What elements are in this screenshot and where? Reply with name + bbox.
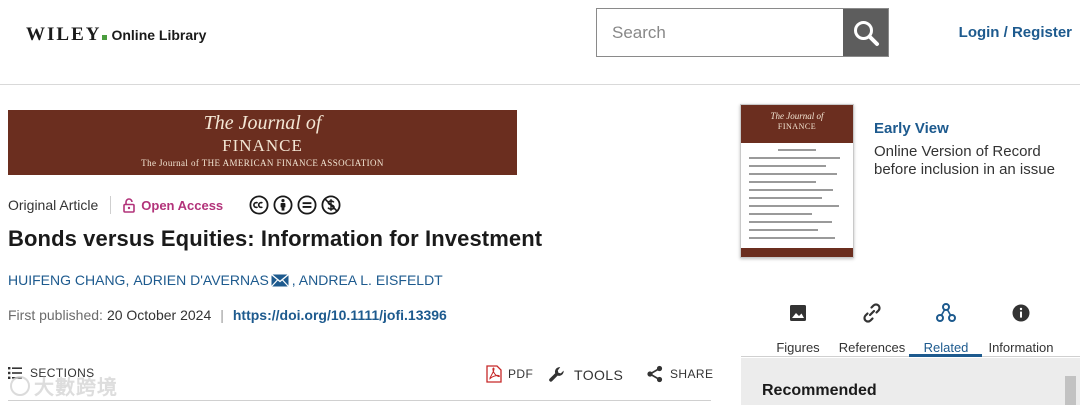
logo-green-square: [102, 35, 108, 40]
tab-related[interactable]: Related: [921, 298, 971, 356]
pdf-icon: [486, 365, 502, 383]
email-icon[interactable]: [270, 273, 289, 287]
tools-button[interactable]: TOOLS: [548, 365, 623, 385]
author-link[interactable]: , ANDREA L. EISFELDT: [292, 272, 443, 288]
wrench-icon: [549, 367, 564, 382]
tab-label: References: [838, 340, 906, 355]
site-header: WILEY Online Library Login / Register: [0, 0, 1080, 85]
pdf-label: PDF: [508, 367, 534, 381]
journal-banner[interactable]: The Journal of FINANCE The Journal of TH…: [8, 110, 517, 175]
journal-cover-thumbnail[interactable]: The Journal of FINANCE: [740, 104, 854, 258]
pub-separator: |: [220, 307, 224, 323]
recommended-heading: Recommended: [762, 382, 877, 399]
image-icon: [789, 300, 807, 326]
article-meta-row: Original Article Open Access: [8, 193, 341, 217]
tab-information[interactable]: Information: [985, 298, 1057, 356]
share-icon: [647, 365, 663, 383]
open-lock-icon: [123, 197, 136, 213]
link-icon: [861, 300, 883, 326]
meta-divider: [110, 196, 112, 214]
active-tab-indicator: [909, 354, 982, 357]
side-tabs: Figures References Related Information: [741, 298, 1080, 358]
article-type: Original Article: [8, 197, 99, 213]
share-label: SHARE: [670, 367, 714, 381]
nd-icon: [297, 195, 317, 215]
tab-label: Information: [988, 340, 1054, 355]
wiley-logo[interactable]: WILEY Online Library: [26, 24, 206, 46]
sections-button[interactable]: SECTIONS: [8, 366, 95, 380]
search-box: [596, 8, 889, 57]
cover-contents: [741, 143, 853, 239]
sections-label: SECTIONS: [30, 366, 95, 380]
logo-wordmark: WILEY: [26, 24, 102, 45]
banner-subtitle: The Journal of THE AMERICAN FINANCE ASSO…: [141, 158, 384, 168]
tab-references[interactable]: References: [839, 298, 905, 356]
author-list: HUIFENG CHANG, ADRIEN D'AVERNAS , ANDREA…: [8, 272, 443, 288]
early-view-description: Online Version of Record before inclusio…: [874, 143, 1055, 178]
cc-icon: [249, 195, 269, 215]
banner-finance: FINANCE: [222, 136, 303, 155]
author-link[interactable]: HUIFENG CHANG,: [8, 272, 129, 288]
banner-title: The Journal of: [203, 112, 322, 134]
search-button[interactable]: [843, 9, 888, 56]
recommended-panel: Recommended: [741, 358, 1080, 405]
article-toolbar: SECTIONS PDF TOOLS SHARE: [8, 362, 713, 392]
search-input[interactable]: [597, 9, 843, 56]
toolbar-divider: [8, 400, 711, 401]
nc-icon: [321, 195, 341, 215]
cover-header: The Journal of FINANCE: [741, 105, 853, 143]
cover-title: The Journal of: [770, 111, 824, 121]
early-view-link[interactable]: Early View: [874, 120, 949, 137]
pdf-button[interactable]: PDF: [486, 365, 533, 383]
doi-link[interactable]: https://doi.org/10.1111/jofi.13396: [233, 307, 447, 323]
login-register-link[interactable]: Login / Register: [959, 24, 1072, 41]
first-published-label: First published:: [8, 307, 103, 323]
license-icons[interactable]: [249, 195, 341, 215]
tab-label: Related: [923, 340, 969, 355]
cover-footer: [741, 248, 853, 257]
list-icon: [8, 367, 22, 379]
tab-figures[interactable]: Figures: [776, 298, 820, 356]
search-icon: [853, 20, 879, 46]
panel-scrollbar[interactable]: [1065, 376, 1076, 405]
share-button[interactable]: SHARE: [646, 365, 713, 383]
article-title: Bonds versus Equities: Information for I…: [8, 226, 543, 251]
publication-info: First published: 20 October 2024 | https…: [8, 307, 447, 323]
info-icon: [1012, 300, 1030, 326]
tab-label: Figures: [776, 340, 820, 355]
first-published-date: 20 October 2024: [106, 307, 212, 323]
cover-finance: FINANCE: [777, 122, 817, 131]
tools-label: TOOLS: [574, 367, 624, 383]
author-link[interactable]: ADRIEN D'AVERNAS: [133, 272, 268, 288]
related-icon: [935, 300, 957, 326]
open-access-label: Open Access: [141, 197, 224, 213]
by-icon: [273, 195, 293, 215]
logo-subtitle: Online Library: [111, 27, 207, 43]
